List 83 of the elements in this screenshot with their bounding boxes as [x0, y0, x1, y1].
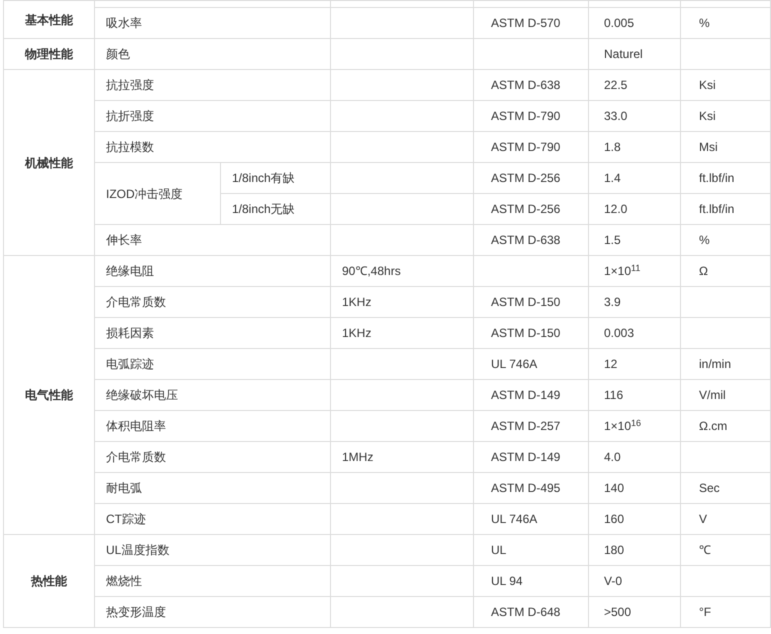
property-name: 热变形温度 — [106, 605, 166, 619]
property-value: 1.5 — [604, 233, 621, 247]
condition-label: 1/8inch有缺 — [232, 171, 295, 185]
property-name: 抗拉强度 — [106, 78, 154, 92]
property-value: 12.0 — [604, 202, 628, 216]
category-label: 机械性能 — [25, 156, 73, 170]
test-method: ASTM D-790 — [491, 109, 560, 123]
unit-label: Ksi — [699, 78, 716, 92]
property-name: 抗拉模数 — [106, 140, 154, 154]
property-value: 160 — [604, 512, 624, 526]
condition-label: 1KHz — [342, 326, 372, 340]
property-name: 抗折强度 — [106, 109, 154, 123]
test-method: ASTM D-149 — [491, 388, 560, 402]
unit-label: ft.lbf/in — [699, 171, 734, 185]
unit-label: V/mil — [699, 388, 726, 402]
property-name: 介电常质数 — [106, 295, 166, 309]
property-value: 0.005 — [604, 16, 634, 30]
property-value: 12 — [604, 357, 618, 371]
unit-label: °F — [699, 605, 712, 619]
property-value: 4.0 — [604, 450, 621, 464]
test-method: ASTM D-648 — [491, 605, 560, 619]
test-method: ASTM D-790 — [491, 140, 560, 154]
property-value: 33.0 — [604, 109, 628, 123]
test-method: ASTM D-495 — [491, 481, 560, 495]
property-value: 3.9 — [604, 295, 621, 309]
unit-label: % — [699, 16, 710, 30]
unit-label: ℃ — [699, 543, 711, 557]
test-method: UL 746A — [491, 512, 538, 526]
unit-label: ft.lbf/in — [699, 202, 734, 216]
property-value: 1×10$^{11}$ — [604, 264, 640, 278]
property-name: 耐电弧 — [106, 481, 142, 495]
property-value: >500 — [604, 605, 632, 619]
property-name: 燃烧性 — [106, 574, 142, 588]
property-value: 1.8 — [604, 140, 621, 154]
unit-label: V — [699, 512, 708, 526]
category-label: 基本性能 — [25, 12, 73, 26]
condition-label: 1/8inch无缺 — [232, 202, 295, 216]
test-method: ASTM D-149 — [491, 450, 560, 464]
property-value: V-0 — [604, 574, 622, 588]
property-name: CT踪迹 — [106, 512, 146, 526]
property-name: 绝缘破坏电压 — [106, 388, 178, 402]
property-name: 损耗因素 — [106, 326, 154, 340]
test-method: UL 746A — [491, 357, 538, 371]
condition-label: 1KHz — [342, 295, 372, 309]
unit-label: Sec — [699, 481, 720, 495]
property-value: 116 — [604, 388, 624, 402]
unit-label: Ksi — [699, 109, 716, 123]
property-name: UL温度指数 — [106, 543, 170, 557]
property-name: 吸水率 — [106, 16, 142, 30]
property-name: 颜色 — [106, 47, 130, 61]
category-label: 物理性能 — [25, 47, 73, 61]
property-name: 介电常质数 — [106, 450, 166, 464]
property-value: 1.4 — [604, 171, 621, 185]
test-method: ASTM D-570 — [491, 16, 560, 30]
test-method: ASTM D-638 — [491, 233, 560, 247]
unit-label: in/min — [699, 357, 732, 371]
test-method: UL — [491, 543, 506, 557]
unit-label: Ω.cm — [699, 419, 728, 433]
test-method: UL 94 — [491, 574, 523, 588]
property-value: 1×10$^{16}$ — [604, 419, 642, 433]
test-method: ASTM D-256 — [491, 171, 560, 185]
test-method: ASTM D-638 — [491, 78, 560, 92]
property-value: 22.5 — [604, 78, 628, 92]
test-method: ASTM D-257 — [491, 419, 560, 433]
property-value: 140 — [604, 481, 624, 495]
test-method: ASTM D-256 — [491, 202, 560, 216]
property-value: 180 — [604, 543, 624, 557]
condition-label: 1MHz — [342, 450, 374, 464]
test-method: ASTM D-150 — [491, 326, 560, 340]
unit-label: Msi — [699, 140, 718, 154]
category-label: 热性能 — [31, 574, 67, 588]
property-name: 伸长率 — [106, 233, 142, 247]
unit-label: % — [699, 233, 710, 247]
property-name: 电弧踪迹 — [106, 357, 154, 371]
property-name: 绝缘电阻 — [106, 264, 154, 278]
property-value: Naturel — [604, 47, 643, 61]
property-name: IZOD冲击强度 — [106, 186, 183, 200]
category-label: 电气性能 — [25, 388, 73, 402]
unit-label: Ω — [699, 264, 708, 278]
property-value: 0.003 — [604, 326, 634, 340]
test-method: ASTM D-150 — [491, 295, 560, 309]
property-name: 体积电阻率 — [106, 419, 166, 433]
condition-label: 90℃,48hrs — [342, 264, 401, 278]
